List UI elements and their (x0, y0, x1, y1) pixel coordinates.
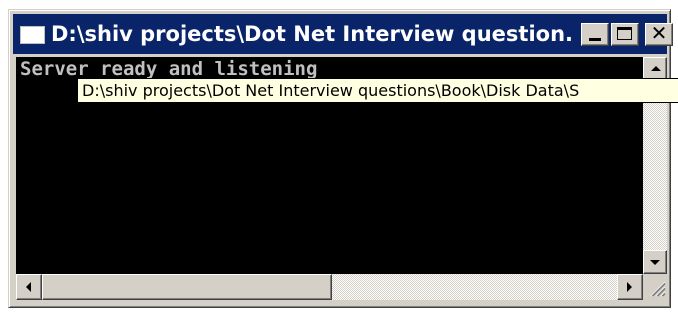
horizontal-scrollbar[interactable] (16, 274, 643, 300)
scroll-left-button[interactable] (16, 274, 42, 300)
scroll-down-button[interactable] (643, 250, 667, 274)
console-window[interactable]: D:\shiv projects\Dot Net Interview quest… (8, 9, 673, 308)
maximize-icon (617, 27, 632, 40)
horizontal-scroll-thumb[interactable] (42, 274, 332, 300)
arrow-up-icon (651, 66, 661, 71)
path-tooltip: D:\shiv projects\Dot Net Interview quest… (77, 78, 678, 103)
close-icon: ✕ (650, 21, 668, 45)
arrow-down-icon (650, 260, 660, 265)
scroll-right-button[interactable] (617, 274, 643, 300)
arrow-right-icon (627, 282, 632, 292)
tooltip-text: D:\shiv projects\Dot Net Interview quest… (82, 81, 580, 100)
arrow-left-icon (26, 282, 31, 292)
size-grip[interactable] (643, 274, 667, 300)
title-bar[interactable]: D:\shiv projects\Dot Net Interview quest… (13, 14, 673, 54)
minimize-icon (589, 38, 601, 41)
app-icon[interactable] (20, 26, 45, 44)
minimize-button[interactable] (581, 23, 609, 46)
console-output-text: Server ready and listening (20, 58, 318, 80)
window-title: D:\shiv projects\Dot Net Interview quest… (51, 22, 571, 46)
close-button[interactable]: ✕ (645, 21, 673, 46)
maximize-button[interactable] (611, 23, 639, 46)
size-grip-icon (650, 281, 666, 297)
